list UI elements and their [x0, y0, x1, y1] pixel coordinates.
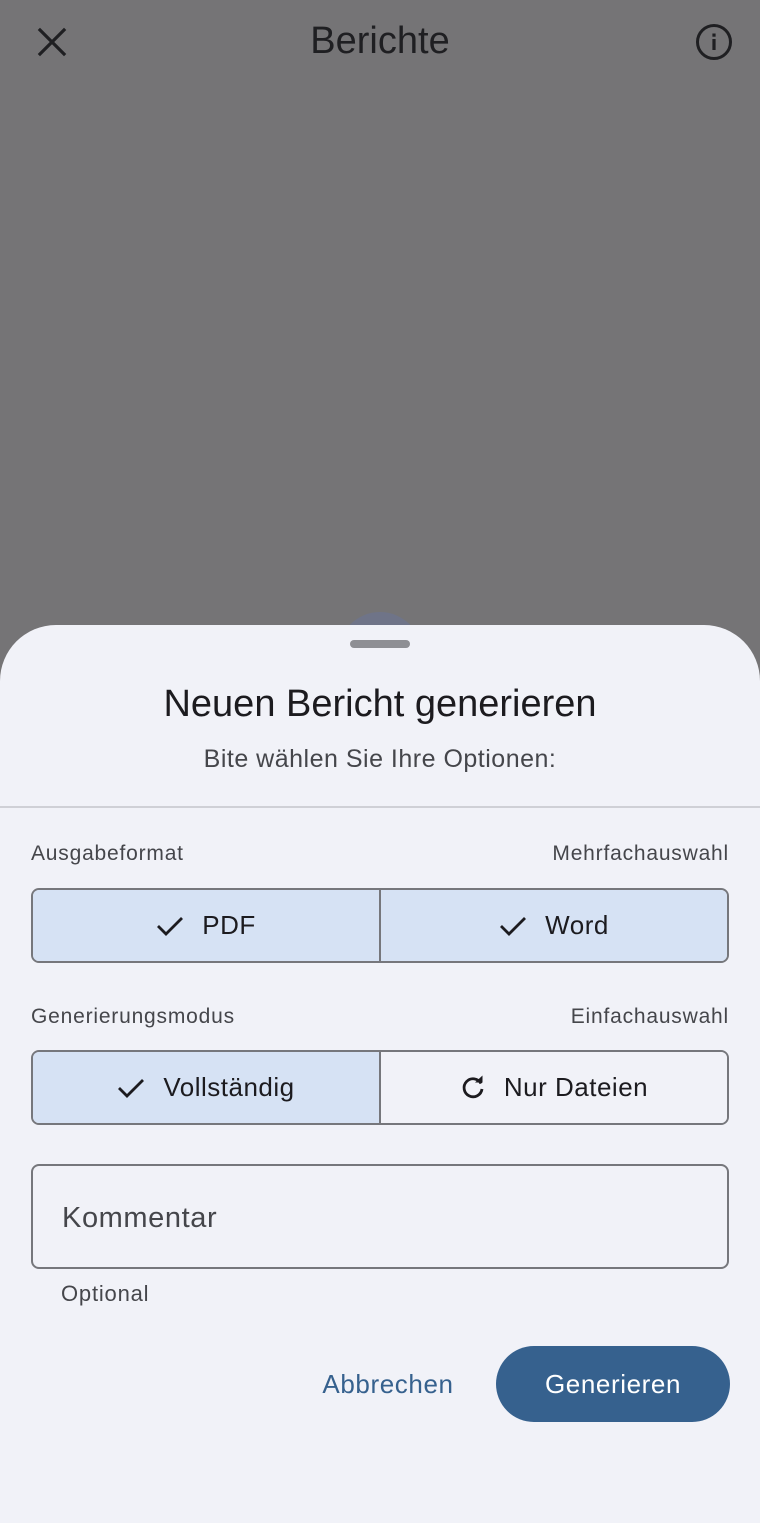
generation-mode-header: Generierungsmodus Einfachauswahl [31, 1005, 729, 1029]
cancel-button[interactable]: Abbrechen [300, 1347, 476, 1421]
generation-mode-segmented: Vollständig Nur Dateien [31, 1050, 729, 1125]
comment-helper-text: Optional [61, 1281, 150, 1306]
generate-button[interactable]: Generieren [496, 1346, 730, 1422]
app-bar: Berichte [0, 0, 760, 84]
segment-full[interactable]: Vollständig [33, 1052, 379, 1123]
output-format-header: Ausgabeformat Mehrfachauswahl [31, 842, 729, 866]
comment-field[interactable]: Kommentar [31, 1164, 729, 1269]
page-title: Berichte [310, 20, 450, 62]
output-format-hint: Mehrfachauswahl [552, 842, 729, 865]
info-icon [696, 24, 732, 60]
check-icon [118, 1078, 145, 1098]
segment-word[interactable]: Word [379, 890, 727, 961]
check-icon [500, 916, 527, 936]
info-button[interactable] [686, 14, 742, 70]
refresh-icon [462, 1075, 484, 1098]
output-format-segmented: PDF Word [31, 888, 729, 963]
segment-label: Vollständig [163, 1072, 295, 1102]
segment-label: PDF [202, 910, 256, 940]
drag-handle[interactable] [350, 640, 410, 648]
segment-pdf[interactable]: PDF [33, 890, 379, 961]
divider [0, 806, 760, 808]
segment-files-only[interactable]: Nur Dateien [379, 1052, 727, 1123]
segment-label: Nur Dateien [503, 1072, 649, 1102]
output-format-label: Ausgabeformat [31, 842, 184, 865]
sheet-subtitle: Bite wählen Sie Ihre Optionen: [203, 745, 557, 773]
check-icon [157, 916, 184, 936]
segment-label: Word [545, 910, 609, 940]
generation-mode-hint: Einfachauswahl [570, 1005, 729, 1028]
comment-placeholder: Kommentar [62, 1202, 218, 1234]
generation-mode-label: Generierungsmodus [31, 1005, 235, 1028]
sheet-title: Neuen Bericht generieren [163, 683, 597, 725]
bottom-sheet: Neuen Bericht generieren Bite wählen Sie… [0, 625, 760, 1523]
